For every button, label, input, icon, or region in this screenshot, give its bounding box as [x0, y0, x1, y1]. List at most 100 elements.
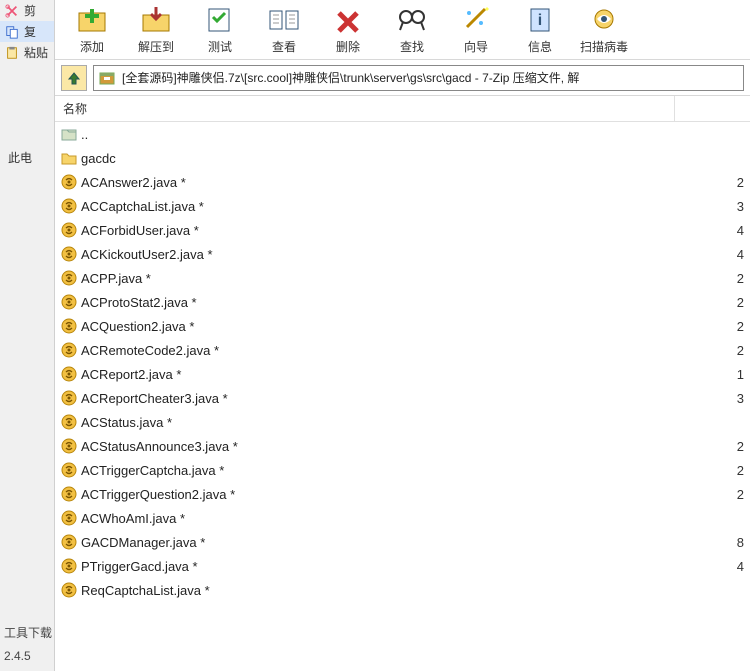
file-row[interactable]: ACRemoteCode2.java * 2 [55, 338, 750, 362]
java-file-icon [61, 342, 77, 358]
file-row[interactable]: ACReportCheater3.java * 3 [55, 386, 750, 410]
file-size: 2 [687, 463, 750, 478]
svg-text:i: i [538, 12, 542, 29]
main-area: 添加 解压到 测试 查看 删除 查找 向导 i 信息 [55, 0, 750, 671]
scan-button[interactable]: 扫描病毒 [577, 4, 631, 55]
java-file-icon [61, 510, 77, 526]
tool-label: 查看 [272, 38, 296, 55]
file-name: ACQuestion2.java * [81, 319, 194, 334]
file-row[interactable]: ACAnswer2.java * 2 [55, 170, 750, 194]
sidebar-bottom: 工具下载 2.4.5 [4, 624, 52, 663]
file-row[interactable]: ReqCaptchaList.java * [55, 578, 750, 602]
file-row[interactable]: gacdc [55, 146, 750, 170]
file-row[interactable]: GACDManager.java *8 [55, 530, 750, 554]
cut-label: 剪 [24, 2, 36, 19]
file-size: 4 [687, 223, 750, 238]
file-name: PTriggerGacd.java * [81, 559, 198, 574]
file-name: GACDManager.java * [81, 535, 205, 550]
view-button[interactable]: 查看 [257, 4, 311, 55]
add-icon [74, 4, 110, 36]
file-row[interactable]: .. [55, 122, 750, 146]
file-size: 2 [687, 271, 750, 286]
delete-button[interactable]: 删除 [321, 4, 375, 55]
test-button[interactable]: 测试 [193, 4, 247, 55]
file-row[interactable]: ACTriggerCaptcha.java * 2 [55, 458, 750, 482]
file-row[interactable]: ACStatus.java * [55, 410, 750, 434]
java-file-icon [61, 198, 77, 214]
tool-label: 扫描病毒 [580, 38, 628, 55]
file-row[interactable]: ACWhoAmI.java * [55, 506, 750, 530]
file-size: 2 [687, 175, 750, 190]
java-file-icon [61, 582, 77, 598]
wizard-icon [458, 4, 494, 36]
java-file-icon [61, 462, 77, 478]
file-row[interactable]: ACForbidUser.java *4 [55, 218, 750, 242]
file-row[interactable]: ACQuestion2.java *2 [55, 314, 750, 338]
file-row[interactable]: ACReport2.java * 1 [55, 362, 750, 386]
info-button[interactable]: i 信息 [513, 4, 567, 55]
paste-item[interactable]: 粘贴 [0, 42, 54, 63]
file-row[interactable]: ACStatusAnnounce3.java *2 [55, 434, 750, 458]
list-header: 名称 [55, 96, 750, 122]
java-file-icon [61, 294, 77, 310]
file-name: ACPP.java * [81, 271, 151, 286]
folder-icon [61, 150, 77, 166]
paste-icon [4, 45, 20, 61]
path-input[interactable]: [全套源码]神雕侠侣.7z\[src.cool]神雕侠侣\trunk\serve… [93, 65, 744, 91]
file-name: gacdc [81, 151, 116, 166]
extract-icon [138, 4, 174, 36]
copy-item[interactable]: 复 [0, 21, 54, 42]
file-name: ACReportCheater3.java * [81, 391, 228, 406]
tool-label: 信息 [528, 38, 552, 55]
java-file-icon [61, 318, 77, 334]
file-name: ACRemoteCode2.java * [81, 343, 219, 358]
java-file-icon [61, 366, 77, 382]
file-row[interactable]: ACKickoutUser2.java *4 [55, 242, 750, 266]
java-file-icon [61, 390, 77, 406]
file-name: ACStatus.java * [81, 415, 172, 430]
file-row[interactable]: ACPP.java * 2 [55, 266, 750, 290]
version-label: 2.4.5 [4, 649, 52, 663]
find-button[interactable]: 查找 [385, 4, 439, 55]
file-row[interactable]: ACTriggerQuestion2.java *2 [55, 482, 750, 506]
delete-icon [330, 4, 366, 36]
col-size[interactable] [675, 96, 750, 121]
file-size: 2 [687, 439, 750, 454]
scan-icon [586, 4, 622, 36]
file-name: ACReport2.java * [81, 367, 181, 382]
tool-label: 向导 [464, 38, 488, 55]
file-size: 3 [687, 391, 750, 406]
java-file-icon [61, 270, 77, 286]
toolbar: 添加 解压到 测试 查看 删除 查找 向导 i 信息 [55, 0, 750, 60]
java-file-icon [61, 486, 77, 502]
left-sidebar: 剪 复 粘贴 此电 工具下载 2.4.5 [0, 0, 55, 671]
file-row[interactable]: ACProtoStat2.java *2 [55, 290, 750, 314]
file-row[interactable]: PTriggerGacd.java *4 [55, 554, 750, 578]
file-size: 3 [687, 199, 750, 214]
find-icon [394, 4, 430, 36]
add-button[interactable]: 添加 [65, 4, 119, 55]
file-size: 1 [687, 367, 750, 382]
file-name: ACTriggerQuestion2.java * [81, 487, 235, 502]
thispc-label[interactable]: 此电 [0, 143, 54, 172]
col-name[interactable]: 名称 [55, 96, 675, 121]
file-name: ReqCaptchaList.java * [81, 583, 210, 598]
file-row[interactable]: ACCaptchaList.java *3 [55, 194, 750, 218]
path-bar: [全套源码]神雕侠侣.7z\[src.cool]神雕侠侣\trunk\serve… [55, 60, 750, 96]
extract-button[interactable]: 解压到 [129, 4, 183, 55]
wizard-button[interactable]: 向导 [449, 4, 503, 55]
cut-item[interactable]: 剪 [0, 0, 54, 21]
up-button[interactable] [61, 65, 87, 91]
file-name: ACWhoAmI.java * [81, 511, 185, 526]
file-size: 2 [687, 295, 750, 310]
java-file-icon [61, 174, 77, 190]
java-file-icon [61, 534, 77, 550]
java-file-icon [61, 246, 77, 262]
file-list[interactable]: .. gacdc ACAnswer2.java * 2 ACCaptchaList.ja… [55, 122, 750, 671]
file-name: ACTriggerCaptcha.java * [81, 463, 224, 478]
file-size: 2 [687, 343, 750, 358]
java-file-icon [61, 558, 77, 574]
file-size: 4 [687, 247, 750, 262]
file-name: ACAnswer2.java * [81, 175, 186, 190]
info-icon: i [522, 4, 558, 36]
